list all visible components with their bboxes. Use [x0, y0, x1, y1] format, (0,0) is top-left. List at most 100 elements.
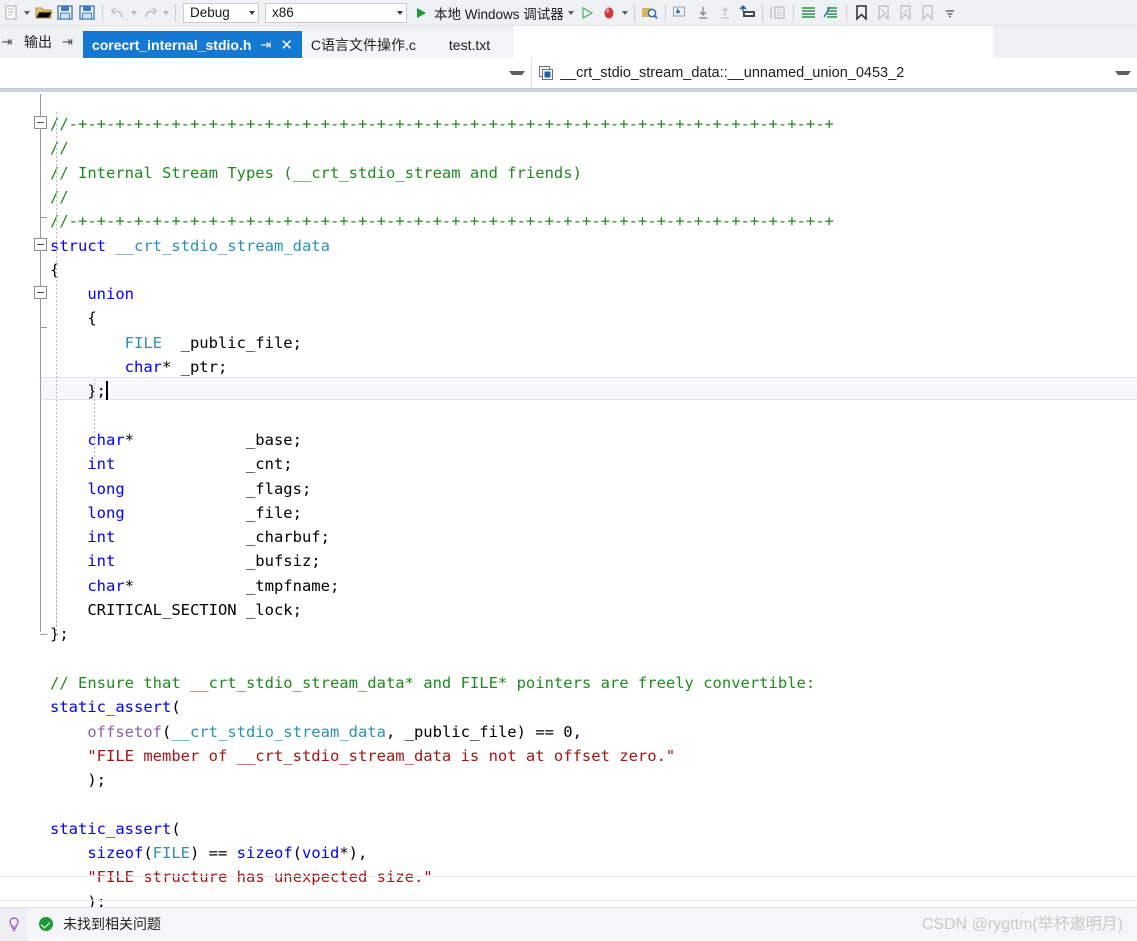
navbar-scope-dropdown[interactable]: [0, 58, 532, 88]
code-token: * _ptr;: [161, 358, 228, 376]
step-over-icon: [692, 2, 714, 24]
outlining-collapse-icon[interactable]: [34, 237, 47, 251]
code-token: (: [292, 844, 303, 862]
step-out-button[interactable]: [714, 0, 736, 25]
chevron-down-icon[interactable]: [161, 2, 171, 24]
find-icon: [639, 2, 661, 24]
toolbar-separator: [761, 3, 763, 22]
code-token: // Ensure that __crt_stdio_stream_data* …: [50, 673, 816, 692]
chevron-down-icon: [397, 10, 403, 15]
document-tab-corecrt-internal-stdio-h[interactable]: corecrt_internal_stdio.h ⇥ ✕: [82, 31, 302, 58]
lightbulb-icon: [8, 916, 19, 931]
code-token: union: [87, 285, 134, 304]
code-token: __crt_stdio_stream_data: [115, 236, 330, 255]
start-without-debugging-button[interactable]: [576, 0, 598, 25]
open-file-button[interactable]: [32, 0, 54, 25]
save-all-button[interactable]: [76, 0, 98, 25]
chevron-down-icon[interactable]: [129, 2, 139, 24]
play-icon: [410, 2, 432, 24]
find-button[interactable]: [639, 0, 661, 25]
code-token: ) ==: [190, 844, 237, 862]
code-token: _bufsiz;: [115, 552, 321, 571]
previous-bookmark-button[interactable]: [873, 0, 895, 25]
undo-button[interactable]: [107, 0, 139, 25]
code-token: char: [87, 576, 125, 595]
document-tab-c-file-operations[interactable]: C语言文件操作.c: [301, 32, 425, 58]
main-toolbar: Debug x86 本地 Windows 调试器: [0, 0, 1137, 26]
code-editor[interactable]: //-+-+-+-+-+-+-+-+-+-+-+-+-+-+-+-+-+-+-+…: [0, 89, 1137, 907]
toolbar-separator: [664, 3, 666, 22]
toolbar-overflow-button[interactable]: [939, 0, 961, 25]
toolbar-separator: [792, 3, 794, 22]
toolbar-separator: [633, 3, 635, 22]
solution-configuration-value: Debug: [190, 5, 230, 20]
code-token: //-+-+-+-+-+-+-+-+-+-+-+-+-+-+-+-+-+-+-+…: [50, 212, 834, 231]
code-token: (: [171, 819, 181, 838]
clear-bookmarks-button[interactable]: [917, 0, 939, 25]
bookmark-prev-icon: [873, 2, 895, 24]
play-outline-icon: [576, 2, 598, 24]
pin-icon[interactable]: ⇥: [260, 37, 271, 53]
panel-toggle-button[interactable]: [767, 0, 789, 25]
pin-icon[interactable]: ⇥: [62, 34, 73, 50]
tool-window-scroll-icon[interactable]: ⇥: [0, 26, 14, 58]
start-debugging-label: 本地 Windows 调试器: [434, 6, 564, 22]
chevron-down-icon[interactable]: [566, 2, 576, 24]
solution-configuration-combo[interactable]: Debug: [183, 2, 259, 23]
editor-row-divider: [0, 876, 1137, 877]
redo-button[interactable]: [139, 0, 171, 25]
code-token: "FILE member of __crt_stdio_stream_data …: [50, 746, 676, 765]
chevron-down-icon[interactable]: [22, 2, 32, 24]
outlining-collapse-icon[interactable]: [34, 116, 47, 129]
chevron-down-icon: [509, 71, 525, 75]
code-token: //-+-+-+-+-+-+-+-+-+-+-+-+-+-+-+-+-+-+-+…: [50, 115, 834, 133]
save-button[interactable]: [54, 0, 76, 25]
code-token: _file;: [124, 503, 302, 522]
step-into-button[interactable]: [670, 0, 692, 25]
stop-button[interactable]: [598, 0, 630, 25]
next-bookmark-button[interactable]: [895, 0, 917, 25]
tool-window-tab-output[interactable]: 输出 ⇥: [14, 26, 83, 58]
editor-row-divider: [0, 900, 1137, 901]
code-token: );: [50, 771, 106, 790]
code-token: //: [50, 139, 69, 158]
navbar-member-value: __crt_stdio_stream_data::__unnamed_union…: [560, 65, 905, 81]
bookmark-next-icon: [895, 2, 917, 24]
code-token: CRITICAL_SECTION _lock;: [50, 601, 302, 619]
toggle-bookmark-button[interactable]: [851, 0, 873, 25]
comment-icon: [798, 2, 820, 24]
solution-platform-combo[interactable]: x86: [265, 2, 407, 23]
stop-icon: [598, 2, 620, 24]
code-token: _public_file;: [161, 333, 302, 352]
code-token: //: [50, 187, 69, 206]
navbar-member-dropdown[interactable]: __crt_stdio_stream_data::__unnamed_union…: [532, 58, 1137, 88]
union-symbol-icon: [538, 65, 554, 81]
code-token: static_assert: [50, 819, 172, 838]
code-token: * _base;: [124, 430, 302, 449]
chevron-down-icon: [1115, 71, 1131, 75]
comment-selection-button[interactable]: [798, 0, 820, 25]
code-token: struct: [50, 236, 106, 255]
code-token: int: [87, 455, 116, 474]
watermark: CSDN @rygttm(举杯邀明月): [921, 916, 1123, 933]
document-tab-label: corecrt_internal_stdio.h: [91, 36, 252, 53]
document-tab-label: C语言文件操作.c: [310, 37, 416, 53]
start-debugging-button[interactable]: 本地 Windows 调试器: [410, 0, 576, 25]
outlining-collapse-icon[interactable]: [34, 286, 47, 300]
chevron-down-icon[interactable]: [620, 2, 630, 24]
new-item-button[interactable]: [0, 0, 32, 25]
code-token: * _tmpfname;: [124, 576, 340, 595]
step-out-icon: [714, 2, 736, 24]
toolbar-separator: [102, 3, 103, 22]
uncomment-selection-button[interactable]: [820, 0, 842, 25]
step-over-button[interactable]: [692, 0, 714, 25]
current-line-highlight: [41, 377, 1137, 401]
document-tab-test-txt[interactable]: test.txt: [424, 32, 515, 58]
overflow-icon: [939, 2, 961, 24]
outlining-gutter-line: [40, 94, 41, 632]
close-icon[interactable]: ✕: [280, 36, 293, 54]
redo-icon: [139, 2, 161, 24]
show-next-statement-button[interactable]: [736, 0, 758, 25]
